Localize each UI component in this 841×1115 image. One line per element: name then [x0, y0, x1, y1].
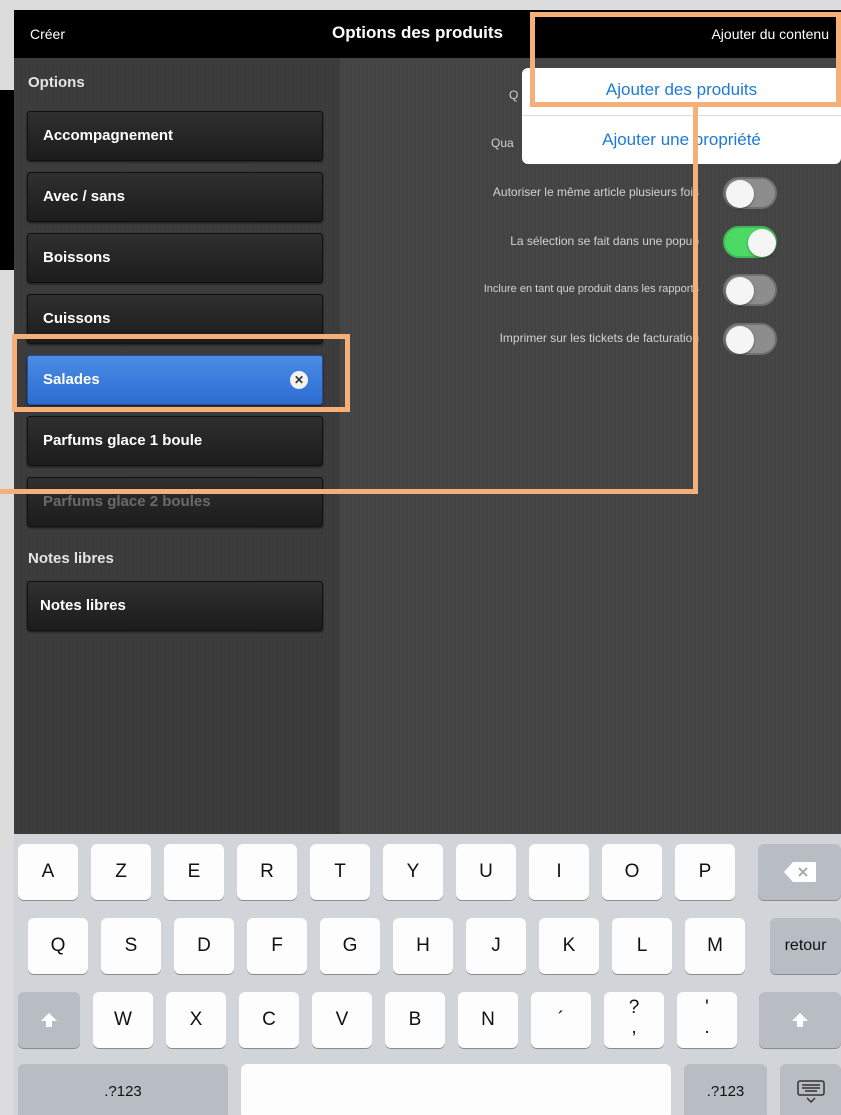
- key-j[interactable]: J: [466, 918, 526, 974]
- return-key[interactable]: retour: [770, 918, 841, 974]
- onscreen-keyboard: A Z E R T Y U I O P Q S D F G H J K L M …: [14, 834, 841, 1115]
- option-detail-panel: Q Qua Autoriser le même article plusieur…: [340, 58, 841, 834]
- add-products-option[interactable]: Ajouter des produits: [522, 80, 841, 100]
- setting-label-same-article: Autoriser le même article plusieurs fois: [492, 185, 699, 199]
- key-p[interactable]: P: [675, 844, 735, 900]
- key-o[interactable]: O: [602, 844, 662, 900]
- add-content-popover: Ajouter des produits Ajouter une proprié…: [522, 68, 841, 164]
- shift-key-right[interactable]: [759, 992, 841, 1048]
- option-item-avec-sans[interactable]: Avec / sans: [27, 172, 323, 222]
- key-z[interactable]: Z: [91, 844, 151, 900]
- numbers-key-right[interactable]: .?123: [684, 1064, 767, 1115]
- key-t[interactable]: T: [310, 844, 370, 900]
- setting-label-popup: La sélection se fait dans une popup: [510, 234, 699, 248]
- notes-libres-item[interactable]: Notes libres: [27, 581, 323, 631]
- options-sidebar: Options Accompagnement Avec / sans Boiss…: [14, 58, 342, 834]
- toggle-reports[interactable]: [723, 274, 777, 306]
- connector-line-vertical: [693, 102, 698, 494]
- notes-section-header: Notes libres: [28, 550, 114, 567]
- create-button[interactable]: Créer: [30, 26, 65, 42]
- toggle-same-article[interactable]: [723, 177, 777, 209]
- toggle-knob: [726, 326, 754, 354]
- nav-bar: Créer Options des produits Ajouter du co…: [14, 10, 841, 58]
- key-h[interactable]: H: [393, 918, 453, 974]
- options-section-header: Options: [28, 74, 85, 91]
- hide-keyboard-key[interactable]: [780, 1064, 841, 1115]
- connector-line-horizontal: [0, 489, 698, 494]
- toggle-knob: [726, 277, 754, 305]
- key-n[interactable]: N: [458, 992, 518, 1048]
- key-a[interactable]: A: [18, 844, 78, 900]
- key-e[interactable]: E: [164, 844, 224, 900]
- shift-key-left[interactable]: [18, 992, 80, 1048]
- add-property-option[interactable]: Ajouter une propriété: [522, 130, 841, 150]
- key-w[interactable]: W: [93, 992, 153, 1048]
- toggle-popup[interactable]: [723, 226, 777, 258]
- clear-icon[interactable]: ✕: [290, 371, 308, 389]
- toggle-knob: [726, 180, 754, 208]
- backdrop: [0, 90, 14, 270]
- partial-label-q: Q: [509, 88, 519, 102]
- keyboard-hide-icon: [796, 1080, 825, 1104]
- backspace-key[interactable]: [758, 844, 841, 900]
- key-i[interactable]: I: [529, 844, 589, 900]
- key-u[interactable]: U: [456, 844, 516, 900]
- page-title: Options des produits: [332, 23, 503, 42]
- backspace-icon: [783, 861, 816, 882]
- key-y[interactable]: Y: [383, 844, 443, 900]
- key-r[interactable]: R: [237, 844, 297, 900]
- key-l[interactable]: L: [612, 918, 672, 974]
- key-m[interactable]: M: [685, 918, 745, 974]
- key-f[interactable]: F: [247, 918, 307, 974]
- divider: [522, 115, 841, 116]
- option-item-parfums-2[interactable]: Parfums glace 2 boules: [27, 477, 323, 527]
- partial-label-qua: Qua: [491, 136, 514, 150]
- toggle-knob: [748, 229, 776, 257]
- key-accent[interactable]: ´: [531, 992, 591, 1048]
- option-item-label[interactable]: Salades: [43, 371, 100, 388]
- key-x[interactable]: X: [166, 992, 226, 1048]
- key-apostrophe-period[interactable]: ' .: [677, 992, 737, 1048]
- key-question-comma[interactable]: ? ,: [604, 992, 664, 1048]
- key-b[interactable]: B: [385, 992, 445, 1048]
- key-k[interactable]: K: [539, 918, 599, 974]
- add-content-button[interactable]: Ajouter du contenu: [711, 26, 829, 42]
- key-g[interactable]: G: [320, 918, 380, 974]
- toggle-print[interactable]: [723, 323, 777, 355]
- option-item-boissons[interactable]: Boissons: [27, 233, 323, 283]
- option-item-parfums-1[interactable]: Parfums glace 1 boule: [27, 416, 323, 466]
- ipad-screen: Créer Options des produits Ajouter du co…: [14, 10, 841, 1115]
- numbers-key-left[interactable]: .?123: [18, 1064, 228, 1115]
- option-item-cuissons[interactable]: Cuissons: [27, 294, 323, 344]
- space-bar[interactable]: [241, 1064, 671, 1115]
- key-d[interactable]: D: [174, 918, 234, 974]
- key-q[interactable]: Q: [28, 918, 88, 974]
- shift-icon: [792, 1012, 808, 1027]
- setting-label-reports: Inclure en tant que produit dans les rap…: [483, 283, 699, 295]
- option-item-accompagnement[interactable]: Accompagnement: [27, 111, 323, 161]
- key-v[interactable]: V: [312, 992, 372, 1048]
- shift-icon: [41, 1012, 57, 1027]
- option-item-salades[interactable]: Salades ✕: [27, 355, 323, 405]
- setting-label-print: Imprimer sur les tickets de facturation: [499, 331, 699, 345]
- key-s[interactable]: S: [101, 918, 161, 974]
- key-c[interactable]: C: [239, 992, 299, 1048]
